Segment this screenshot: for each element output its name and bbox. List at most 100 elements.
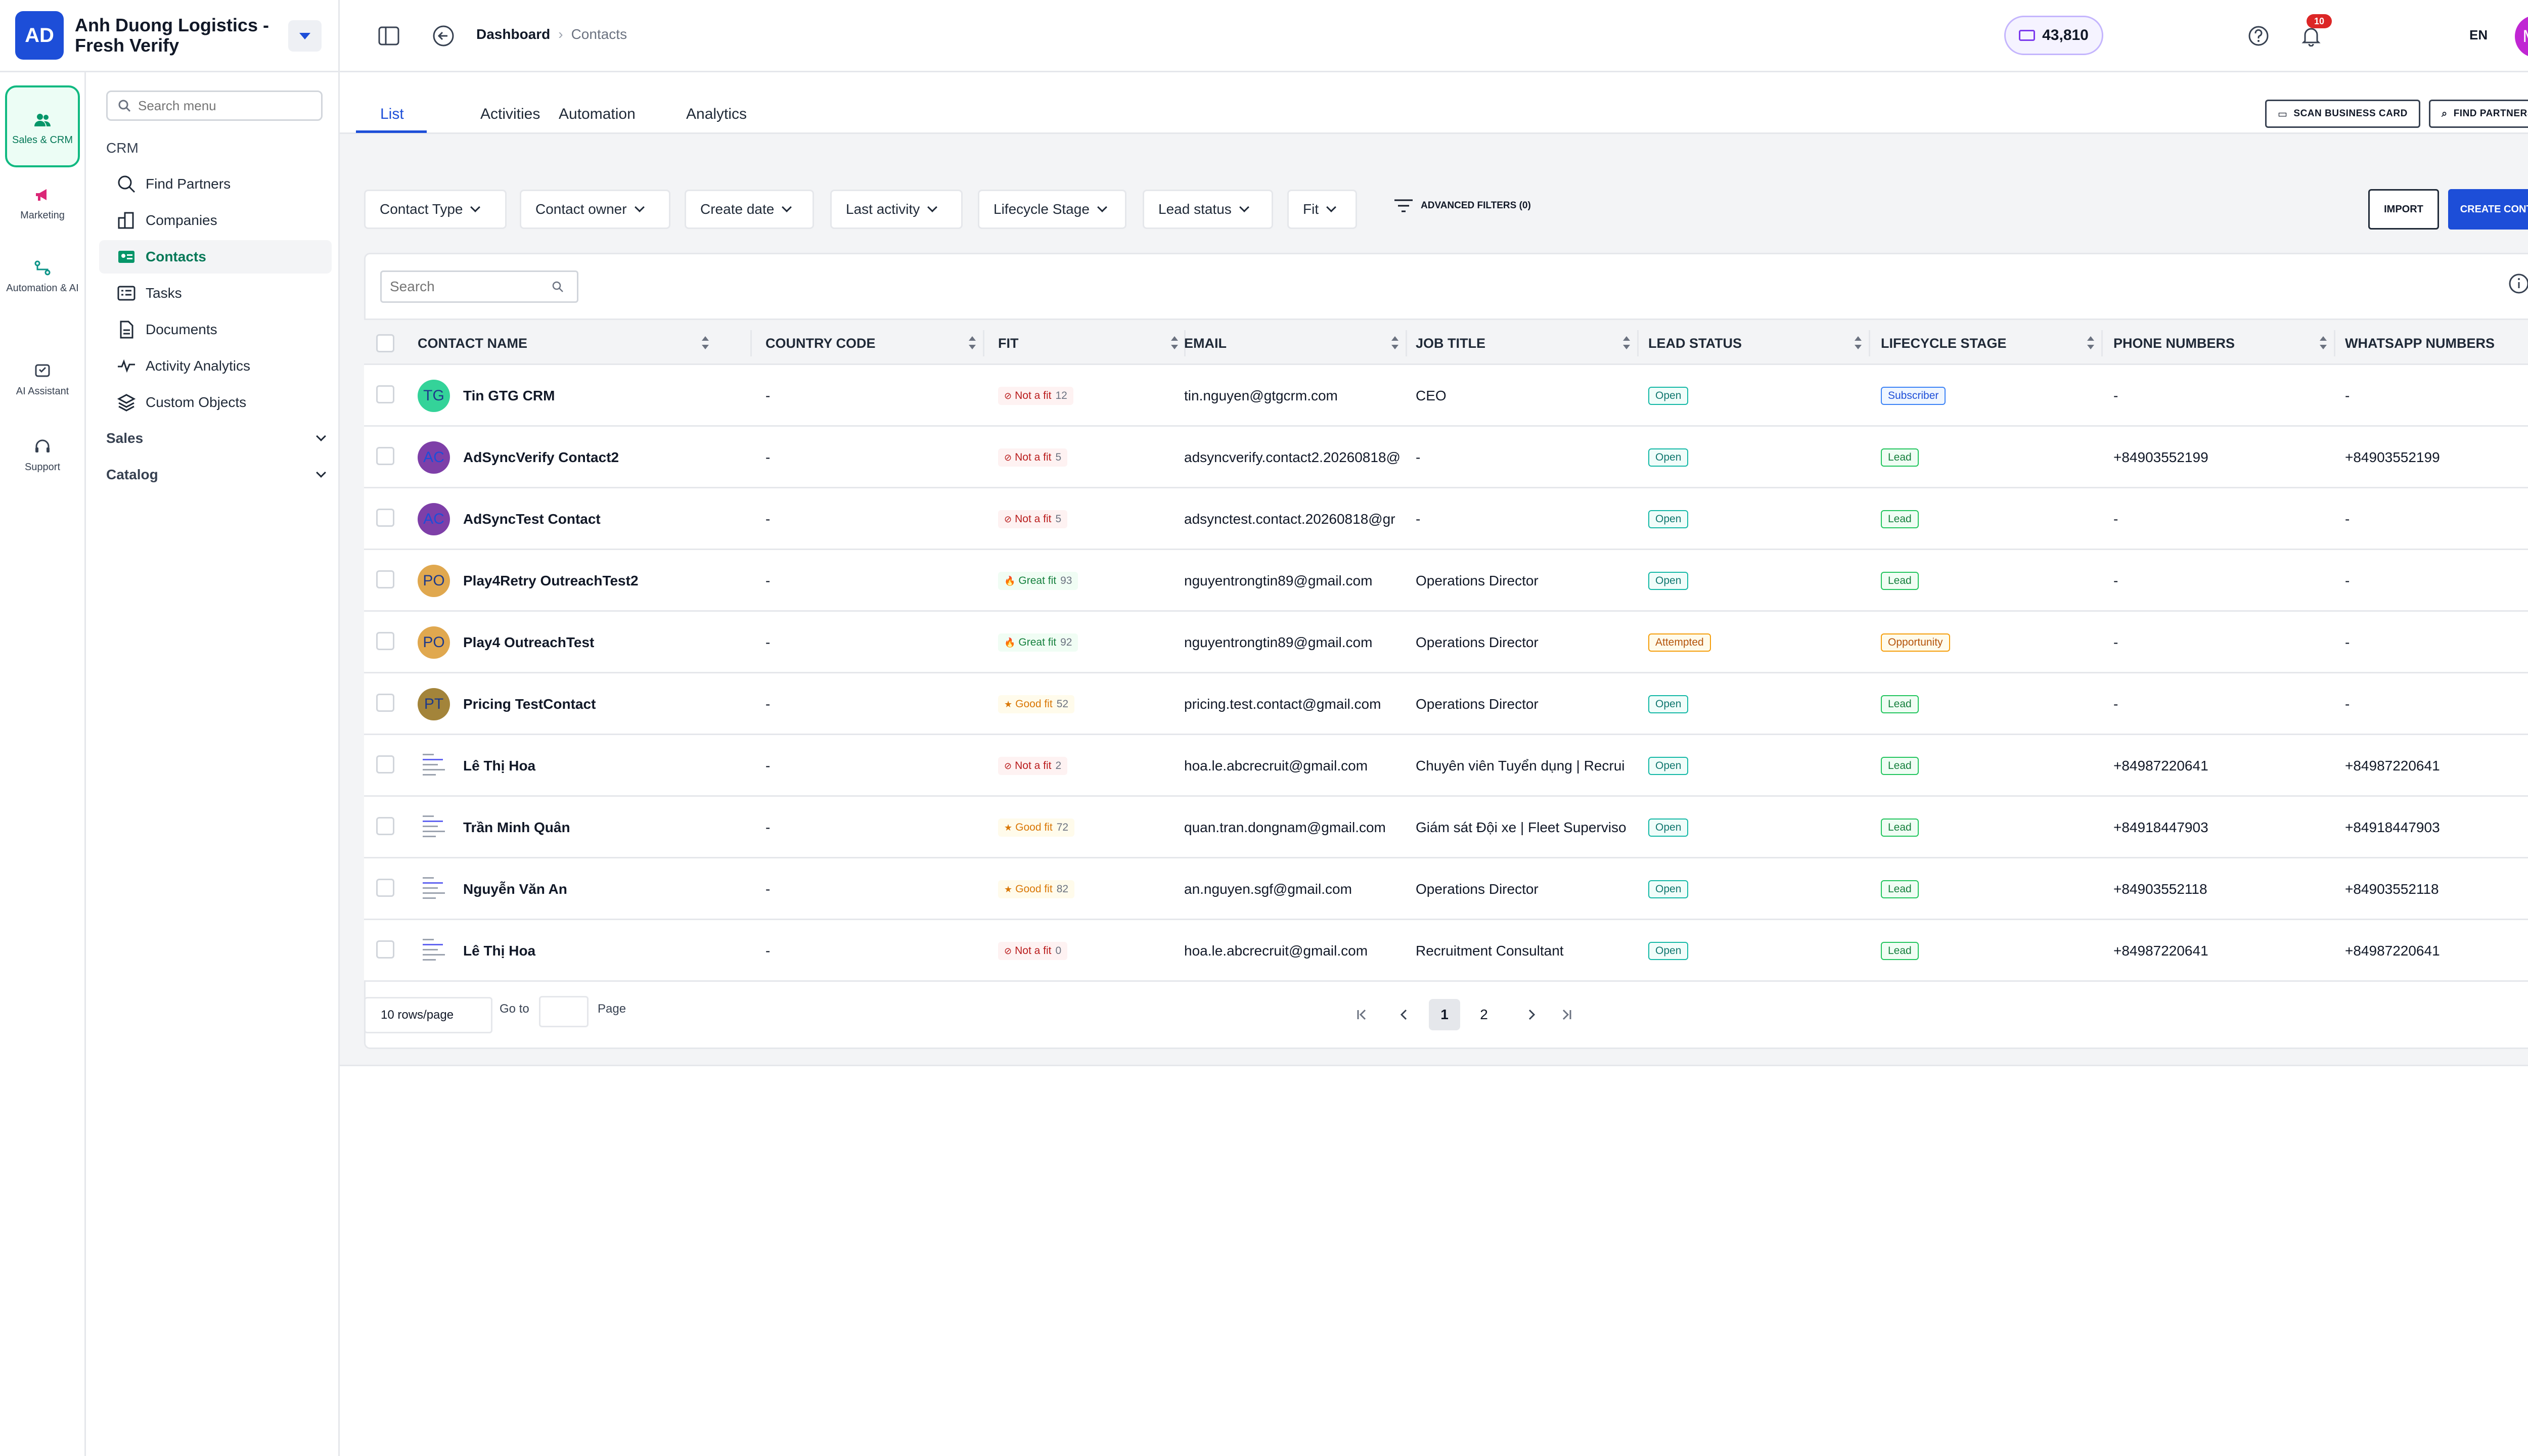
row-checkbox[interactable] xyxy=(376,509,394,527)
table-row[interactable]: TG Tin GTG CRM - tin.nguyen@gtgcrm.com CEO - -… xyxy=(364,365,2528,427)
page-button-1[interactable]: 1 xyxy=(1429,999,1460,1030)
table-row[interactable]: Nguyễn Văn An - an.nguyen.sgf@gmail.com Ope… xyxy=(364,858,2528,920)
column-header-whatsapp-numbers[interactable]: WHATSAPP NUMBERS xyxy=(2345,320,2528,367)
company-dropdown-button[interactable] xyxy=(288,20,322,52)
table-row[interactable]: Lê Thị Hoa - hoa.le.abcrecruit@gmail.com Re… xyxy=(364,920,2528,982)
column-header-fit[interactable]: FIT xyxy=(998,320,1185,367)
cell-contact-name[interactable]: AdSyncTest Contact xyxy=(463,488,746,550)
row-checkbox[interactable] xyxy=(376,755,394,774)
sort-icon[interactable] xyxy=(1623,335,1630,350)
table-row[interactable]: PO Play4 OutreachTest - nguyentrongtin89@gm… xyxy=(364,612,2528,673)
breadcrumb-dashboard[interactable]: Dashboard xyxy=(476,26,550,42)
column-header-email[interactable]: EMAIL xyxy=(1184,320,1406,367)
table-row[interactable]: AC AdSyncVerify Contact2- adsyncverify.con… xyxy=(364,427,2528,488)
table-row[interactable]: PO Play4Retry OutreachTest2 - nguyentrongti… xyxy=(364,550,2528,612)
table-search[interactable] xyxy=(380,270,578,303)
import-button[interactable]: IMPORT xyxy=(2368,189,2439,230)
cell-contact-name[interactable]: Nguyễn Văn An xyxy=(463,858,746,920)
menu-search-input[interactable] xyxy=(138,98,310,114)
tab-analytics[interactable]: Analytics xyxy=(686,106,747,123)
row-checkbox[interactable] xyxy=(376,447,394,465)
filter-fit[interactable]: Fit xyxy=(1287,190,1357,229)
row-checkbox[interactable] xyxy=(376,879,394,897)
column-header-country-code[interactable]: COUNTRY CODE xyxy=(765,320,983,367)
menu-item-find-partners[interactable]: Find Partners xyxy=(99,167,332,201)
rail-item-marketing[interactable]: Marketing xyxy=(5,183,80,221)
cell-contact-name[interactable]: Trần Minh Quân xyxy=(463,797,746,858)
cell-contact-name[interactable]: Lê Thị Hoa xyxy=(463,735,746,797)
table-row[interactable]: Trần Minh Quân - quan.tran.dongnam@gmail.c… xyxy=(364,797,2528,858)
rows-per-page-select[interactable]: 10 rows/page xyxy=(364,997,492,1033)
rail-item-sales-crm[interactable]: Sales & CRM xyxy=(5,85,80,167)
sort-icon[interactable] xyxy=(2320,335,2327,350)
filter-create-date[interactable]: Create date xyxy=(685,190,814,229)
table-row[interactable]: AC AdSyncTest Contact - adsynctest.contact.… xyxy=(364,488,2528,550)
language-selector[interactable]: EN xyxy=(2469,27,2488,43)
filter-contact-owner[interactable]: Contact owner xyxy=(520,190,670,229)
cell-contact-name[interactable]: AdSyncVerify Contact2 xyxy=(463,427,746,488)
menu-item-custom-objects[interactable]: Custom Objects xyxy=(99,386,332,419)
sort-icon[interactable] xyxy=(1391,335,1398,350)
column-header-contact-name[interactable]: CONTACT NAME xyxy=(418,320,716,367)
first-page-button[interactable] xyxy=(1346,999,1377,1030)
sort-icon[interactable] xyxy=(1171,335,1178,350)
menu-item-contacts[interactable]: Contacts xyxy=(99,240,332,274)
menu-search[interactable] xyxy=(106,90,323,121)
row-checkbox[interactable] xyxy=(376,694,394,712)
row-checkbox[interactable] xyxy=(376,632,394,650)
advanced-filters-button[interactable]: ADVANCED FILTERS (0) xyxy=(1393,198,1531,213)
create-contact-button[interactable]: CREATE CONTACT xyxy=(2448,189,2528,230)
tab-activities[interactable]: Activities xyxy=(480,106,540,123)
cell-contact-name[interactable]: Pricing TestContact xyxy=(463,673,746,735)
menu-item-documents[interactable]: Documents xyxy=(99,313,332,346)
previous-page-button[interactable] xyxy=(1388,999,1420,1030)
credits-button[interactable]: 43,810 xyxy=(2004,16,2103,55)
column-header-job-title[interactable]: JOB TITLE xyxy=(1416,320,1637,367)
filter-last-activity[interactable]: Last activity xyxy=(830,190,963,229)
page-button-2[interactable]: 2 xyxy=(1468,999,1500,1030)
tab-list[interactable]: List xyxy=(380,106,404,123)
row-checkbox[interactable] xyxy=(376,817,394,835)
rail-item-support[interactable]: Support xyxy=(5,434,80,473)
row-checkbox[interactable] xyxy=(376,385,394,403)
last-page-button[interactable] xyxy=(1551,999,1583,1030)
back-button[interactable] xyxy=(431,23,456,49)
filter-lifecycle-stage[interactable]: Lifecycle Stage xyxy=(978,190,1126,229)
menu-item-tasks[interactable]: Tasks xyxy=(99,277,332,310)
table-row[interactable]: PT Pricing TestContact - pricing.test.conta… xyxy=(364,673,2528,735)
next-page-button[interactable] xyxy=(1516,999,1547,1030)
help-button[interactable] xyxy=(2246,23,2271,49)
table-row[interactable]: Lê Thị Hoa - hoa.le.abcrecruit@gmail.com Ch… xyxy=(364,735,2528,797)
rail-item-automation-ai[interactable]: Automation & AI xyxy=(5,255,80,294)
menu-item-companies[interactable]: Companies xyxy=(99,204,332,237)
contact-avatar: AC xyxy=(418,503,450,535)
find-partners-button[interactable]: ⌕ FIND PARTNERS xyxy=(2429,100,2528,128)
scan-business-card-button[interactable]: ▭ SCAN BUSINESS CARD xyxy=(2265,100,2420,128)
goto-page-input[interactable] xyxy=(539,996,589,1027)
column-header-phone-numbers[interactable]: PHONE NUMBERS xyxy=(2113,320,2334,367)
sort-icon[interactable] xyxy=(2087,335,2094,350)
rail-item-ai-assistant[interactable]: AI Assistant xyxy=(5,358,80,397)
filter-lead-status[interactable]: Lead status xyxy=(1143,190,1273,229)
sort-icon[interactable] xyxy=(702,335,709,350)
filter-contact-type[interactable]: Contact Type xyxy=(364,190,507,229)
cell-contact-name[interactable]: Play4 OutreachTest xyxy=(463,612,746,673)
menu-group-sales[interactable]: Sales xyxy=(106,430,326,446)
sort-icon[interactable] xyxy=(969,335,976,350)
menu-group-catalog[interactable]: Catalog xyxy=(106,467,326,483)
chevron-right-icon: › xyxy=(558,26,563,42)
tab-automation[interactable]: Automation xyxy=(559,106,636,123)
info-icon[interactable] xyxy=(2508,273,2528,297)
row-checkbox[interactable] xyxy=(376,570,394,588)
cell-contact-name[interactable]: Tin GTG CRM xyxy=(463,365,746,427)
cell-contact-name[interactable]: Play4Retry OutreachTest2 xyxy=(463,550,746,612)
row-checkbox[interactable] xyxy=(376,940,394,959)
toggle-sidebar-button[interactable] xyxy=(375,23,402,49)
table-search-input[interactable] xyxy=(390,279,552,295)
select-all-checkbox[interactable] xyxy=(376,334,394,352)
menu-item-activity-analytics[interactable]: Activity Analytics xyxy=(99,349,332,383)
column-header-lifecycle-stage[interactable]: LIFECYCLE STAGE xyxy=(1881,320,2101,367)
sort-icon[interactable] xyxy=(1855,335,1862,350)
cell-contact-name[interactable]: Lê Thị Hoa xyxy=(463,920,746,982)
column-header-lead-status[interactable]: LEAD STATUS xyxy=(1648,320,1869,367)
